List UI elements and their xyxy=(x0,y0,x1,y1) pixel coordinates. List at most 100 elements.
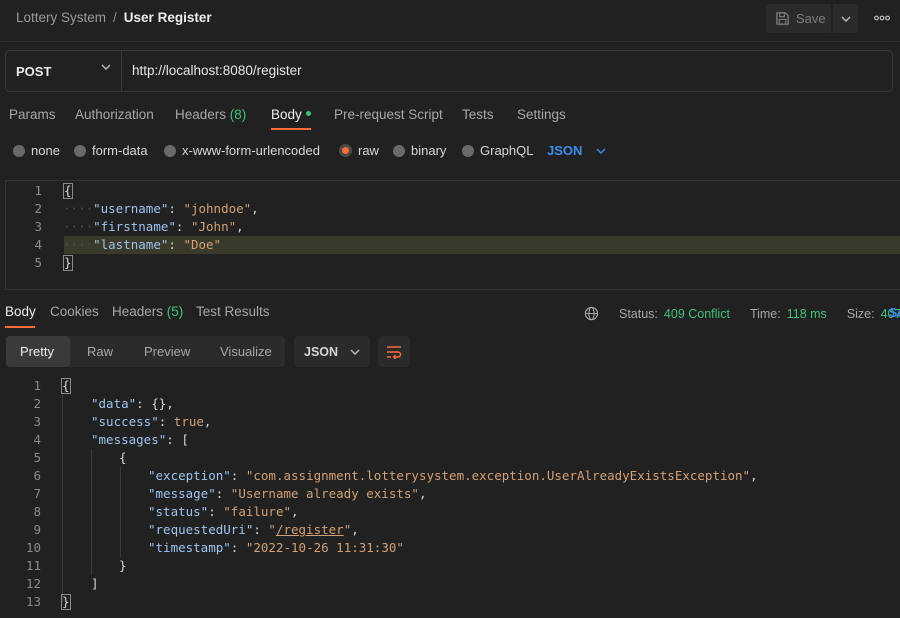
json-link-value[interactable]: /register xyxy=(276,522,344,537)
resp-tab-test-results[interactable]: Test Results xyxy=(196,304,270,319)
radio-label: none xyxy=(31,143,60,158)
more-horizontal-icon xyxy=(874,15,890,21)
response-body-viewer[interactable]: 1 2 3 4 5 6 7 8 9 10 11 12 13 { "data": … xyxy=(0,377,900,618)
code-line: "success": true, xyxy=(91,414,212,429)
tab-settings[interactable]: Settings xyxy=(517,107,566,122)
request-name[interactable]: User Register xyxy=(124,10,212,25)
json-key: "success" xyxy=(91,414,159,429)
code-line: } xyxy=(61,593,71,611)
code-line: { xyxy=(63,182,73,200)
wrap-lines-button[interactable] xyxy=(378,336,410,367)
response-format-select[interactable]: JSON xyxy=(294,336,370,367)
line-number: 1 xyxy=(33,378,41,393)
code-line: ····"username": "johndoe", xyxy=(63,201,259,216)
json-value: "John" xyxy=(190,219,237,234)
code-line: } xyxy=(63,254,73,272)
json-key: "status" xyxy=(148,504,209,519)
radio-icon xyxy=(393,144,405,157)
radio-label: binary xyxy=(411,143,447,158)
view-preview[interactable]: Preview xyxy=(130,336,204,367)
code-line: "timestamp": "2022-10-26 11:31:30" xyxy=(148,540,404,555)
code-line: ····"lastname": "Doe" xyxy=(63,237,222,252)
radio-icon xyxy=(164,144,176,157)
line-number: 3 xyxy=(33,414,41,429)
code-line: "message": "Username already exists", xyxy=(148,486,427,501)
tab-authorization[interactable]: Authorization xyxy=(75,107,154,122)
line-number: 3 xyxy=(34,219,42,234)
json-value: "2022-10-26 11:31:30" xyxy=(245,540,404,555)
radio-label: form-data xyxy=(92,143,148,158)
tab-label: Tests xyxy=(462,107,494,122)
request-body-editor[interactable]: 1 2 3 4 5 { ····"username": "johndoe", ·… xyxy=(5,180,900,290)
brace: { xyxy=(61,378,71,394)
indent-guide xyxy=(120,467,121,557)
bracket: ] xyxy=(91,576,99,591)
tab-body[interactable]: Body xyxy=(271,107,311,122)
brace: { xyxy=(63,183,73,199)
brace: } xyxy=(119,558,127,573)
line-number: 7 xyxy=(33,486,41,501)
breadcrumb-collection[interactable]: Lottery System xyxy=(16,10,106,25)
resp-tab-headers[interactable]: Headers (5) xyxy=(112,304,183,319)
json-value: true xyxy=(173,414,204,429)
size-label: Size: xyxy=(846,306,875,321)
save-response-button[interactable]: Sa xyxy=(889,306,900,320)
time-value[interactable]: 118 ms xyxy=(787,307,827,321)
response-tabs: Body Cookies Headers (5) Test Results St… xyxy=(0,302,900,328)
tab-label: Headers xyxy=(112,304,164,319)
resp-tab-cookies[interactable]: Cookies xyxy=(50,304,99,319)
modified-dot-icon xyxy=(305,111,311,116)
radio-x-www-form-urlencoded[interactable]: x-www-form-urlencoded xyxy=(164,143,320,158)
resp-tab-body[interactable]: Body xyxy=(5,304,36,319)
tab-tests[interactable]: Tests xyxy=(462,107,494,122)
code-line: "exception": "com.assignment.lotterysyst… xyxy=(148,468,758,483)
tab-pre-request-script[interactable]: Pre-request Script xyxy=(334,107,443,122)
body-format-select[interactable]: JSON xyxy=(547,143,606,158)
tab-label: Test Results xyxy=(196,304,270,319)
code-line: } xyxy=(119,557,127,575)
json-quote: " xyxy=(268,522,276,537)
line-number: 10 xyxy=(25,540,41,555)
code-line: ····"firstname": "John", xyxy=(63,219,244,234)
json-key: "message" xyxy=(148,486,216,501)
status-value[interactable]: 409 Conflict xyxy=(664,307,730,321)
radio-raw[interactable]: raw xyxy=(339,143,379,158)
url-input[interactable]: http://localhost:8080/register xyxy=(132,63,302,78)
response-meta: Status: 409 Conflict Time: 118 ms Size: … xyxy=(584,306,900,321)
json-comma: , xyxy=(236,219,244,234)
json-key: "firstname" xyxy=(93,219,176,234)
line-number: 4 xyxy=(33,432,41,447)
code-line: "requestedUri": "/register", xyxy=(148,522,359,537)
more-options-button[interactable] xyxy=(870,8,894,28)
method-select[interactable]: POST xyxy=(6,51,122,91)
globe-icon[interactable] xyxy=(584,306,599,321)
brace: } xyxy=(63,255,73,271)
save-dropdown-button[interactable] xyxy=(833,4,858,33)
radio-form-data[interactable]: form-data xyxy=(74,143,148,158)
json-key: "username" xyxy=(93,201,169,216)
code-line: "data": {}, xyxy=(91,396,174,411)
line-number: 5 xyxy=(34,255,42,270)
tab-params[interactable]: Params xyxy=(9,107,56,122)
radio-binary[interactable]: binary xyxy=(393,143,446,158)
save-button[interactable]: Save xyxy=(766,4,831,33)
code-line: { xyxy=(61,377,71,395)
chevron-down-icon xyxy=(350,349,360,355)
json-comma: , xyxy=(251,201,259,216)
view-visualize[interactable]: Visualize xyxy=(206,336,286,367)
radio-label: GraphQL xyxy=(480,143,534,158)
tab-label: Headers xyxy=(175,107,227,122)
radio-selected-icon xyxy=(339,144,352,157)
radio-icon xyxy=(462,144,474,157)
tab-headers[interactable]: Headers (8) xyxy=(175,107,246,122)
save-label: Save xyxy=(796,11,826,26)
brace: } xyxy=(61,594,71,610)
json-key: "lastname" xyxy=(93,237,169,252)
request-tabs: Params Authorization Headers (8) Body Pr… xyxy=(0,100,900,132)
view-pretty[interactable]: Pretty xyxy=(6,336,70,367)
radio-graphql[interactable]: GraphQL xyxy=(462,143,533,158)
line-number: 2 xyxy=(34,201,42,216)
view-raw[interactable]: Raw xyxy=(73,336,127,367)
radio-none[interactable]: none xyxy=(13,143,60,158)
line-number: 8 xyxy=(33,504,41,519)
